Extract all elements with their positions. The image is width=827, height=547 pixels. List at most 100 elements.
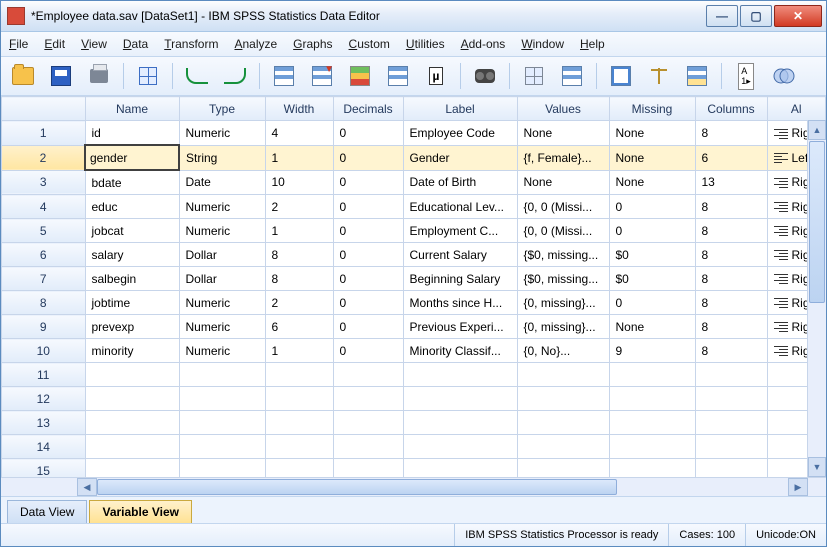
weight-cases-button[interactable] — [643, 61, 675, 91]
row-number[interactable]: 2 — [2, 145, 86, 170]
col-width[interactable]: Width — [265, 97, 333, 121]
menu-utilities[interactable]: Utilities — [406, 37, 445, 51]
menu-analyze[interactable]: Analyze — [234, 37, 277, 51]
run-desc-button[interactable] — [382, 61, 414, 91]
variable-row[interactable]: 8jobtimeNumeric20Months since H...{0, mi… — [2, 291, 826, 315]
col-type[interactable]: Type — [179, 97, 265, 121]
scroll-up-button[interactable]: ▲ — [808, 120, 826, 140]
variable-row[interactable]: 3bdateDate100Date of BirthNoneNone13Righ — [2, 170, 826, 195]
cell-width[interactable]: 1 — [265, 219, 333, 243]
customize-toolbar-button[interactable]: A1▸ — [730, 61, 762, 91]
undo-button[interactable] — [181, 61, 213, 91]
cell-columns[interactable]: 8 — [695, 121, 767, 146]
cell-decimals[interactable]: 0 — [333, 243, 403, 267]
cell-decimals[interactable]: 0 — [333, 121, 403, 146]
row-number[interactable]: 3 — [2, 170, 86, 195]
menu-help[interactable]: Help — [580, 37, 605, 51]
cell-columns[interactable]: 8 — [695, 267, 767, 291]
variable-row[interactable]: 1idNumeric40Employee CodeNoneNone8Righ — [2, 121, 826, 146]
cell-type[interactable]: String — [179, 145, 265, 170]
cell-width[interactable]: 10 — [265, 170, 333, 195]
menu-transform[interactable]: Transform — [164, 37, 218, 51]
cell-label[interactable]: Beginning Salary — [403, 267, 517, 291]
cell-name[interactable]: gender — [85, 145, 179, 170]
row-number[interactable]: 9 — [2, 315, 86, 339]
menu-data[interactable]: Data — [123, 37, 148, 51]
minimize-button[interactable]: — — [706, 5, 738, 27]
scroll-right-button[interactable]: ▶ — [788, 478, 808, 496]
variable-row[interactable]: 7salbeginDollar80Beginning Salary{$0, mi… — [2, 267, 826, 291]
vscroll-thumb[interactable] — [809, 141, 825, 303]
maximize-button[interactable]: ▢ — [740, 5, 772, 27]
cell-columns[interactable]: 8 — [695, 243, 767, 267]
row-number[interactable]: 12 — [2, 387, 86, 411]
cell-type[interactable]: Numeric — [179, 315, 265, 339]
use-sets-button[interactable] — [681, 61, 713, 91]
variable-row[interactable]: 9prevexpNumeric60Previous Experi...{0, m… — [2, 315, 826, 339]
goto-variable-button[interactable]: ▼ — [306, 61, 338, 91]
cell-values[interactable]: {f, Female}... — [517, 145, 609, 170]
cell-values[interactable]: {0, missing}... — [517, 315, 609, 339]
open-button[interactable] — [7, 61, 39, 91]
menu-edit[interactable]: Edit — [44, 37, 65, 51]
cell-decimals[interactable]: 0 — [333, 170, 403, 195]
scroll-left-button[interactable]: ◀ — [77, 478, 97, 496]
cell-width[interactable]: 8 — [265, 267, 333, 291]
titlebar[interactable]: *Employee data.sav [DataSet1] - IBM SPSS… — [1, 1, 826, 32]
cell-values[interactable]: {$0, missing... — [517, 243, 609, 267]
menu-window[interactable]: Window — [521, 37, 564, 51]
cell-label[interactable]: Employment C... — [403, 219, 517, 243]
cell-decimals[interactable]: 0 — [333, 339, 403, 363]
cell-values[interactable]: {0, missing}... — [517, 291, 609, 315]
cell-columns[interactable]: 8 — [695, 315, 767, 339]
horizontal-scrollbar[interactable]: ◀ ▶ — [1, 477, 826, 496]
cell-label[interactable]: Months since H... — [403, 291, 517, 315]
cell-name[interactable]: jobtime — [85, 291, 179, 315]
menu-graphs[interactable]: Graphs — [293, 37, 332, 51]
row-number[interactable]: 5 — [2, 219, 86, 243]
tab-variable-view[interactable]: Variable View — [89, 500, 192, 523]
cell-missing[interactable]: None — [609, 145, 695, 170]
cell-decimals[interactable]: 0 — [333, 315, 403, 339]
cell-type[interactable]: Numeric — [179, 339, 265, 363]
cell-type[interactable]: Numeric — [179, 195, 265, 219]
cell-type[interactable]: Date — [179, 170, 265, 195]
cell-name[interactable]: jobcat — [85, 219, 179, 243]
cell-decimals[interactable]: 0 — [333, 219, 403, 243]
print-button[interactable] — [83, 61, 115, 91]
cell-type[interactable]: Numeric — [179, 121, 265, 146]
cell-columns[interactable]: 6 — [695, 145, 767, 170]
empty-row[interactable]: 11 — [2, 363, 826, 387]
split-file-button[interactable] — [518, 61, 550, 91]
cell-width[interactable]: 4 — [265, 121, 333, 146]
variable-row[interactable]: 6salaryDollar80Current Salary{$0, missin… — [2, 243, 826, 267]
hscroll-thumb[interactable] — [97, 479, 617, 495]
cell-missing[interactable]: 0 — [609, 195, 695, 219]
cell-label[interactable]: Gender — [403, 145, 517, 170]
row-number[interactable]: 7 — [2, 267, 86, 291]
cell-name[interactable]: minority — [85, 339, 179, 363]
redo-button[interactable] — [219, 61, 251, 91]
cell-name[interactable]: educ — [85, 195, 179, 219]
variables-button[interactable] — [344, 61, 376, 91]
value-labels-button[interactable] — [605, 61, 637, 91]
variable-row[interactable]: 5jobcatNumeric10Employment C...{0, 0 (Mi… — [2, 219, 826, 243]
cell-columns[interactable]: 8 — [695, 291, 767, 315]
cell-name[interactable]: bdate — [85, 170, 179, 195]
show-vars-button[interactable] — [768, 61, 800, 91]
cell-decimals[interactable]: 0 — [333, 291, 403, 315]
row-number[interactable]: 10 — [2, 339, 86, 363]
empty-row[interactable]: 15 — [2, 459, 826, 478]
cell-width[interactable]: 1 — [265, 145, 333, 170]
cell-width[interactable]: 6 — [265, 315, 333, 339]
row-number[interactable]: 8 — [2, 291, 86, 315]
col-name[interactable]: Name — [85, 97, 179, 121]
cell-missing[interactable]: None — [609, 121, 695, 146]
cell-missing[interactable]: $0 — [609, 267, 695, 291]
recall-dialog-button[interactable] — [132, 61, 164, 91]
menu-view[interactable]: View — [81, 37, 107, 51]
cell-missing[interactable]: None — [609, 315, 695, 339]
cell-missing[interactable]: 0 — [609, 291, 695, 315]
col-missing[interactable]: Missing — [609, 97, 695, 121]
cell-label[interactable]: Current Salary — [403, 243, 517, 267]
